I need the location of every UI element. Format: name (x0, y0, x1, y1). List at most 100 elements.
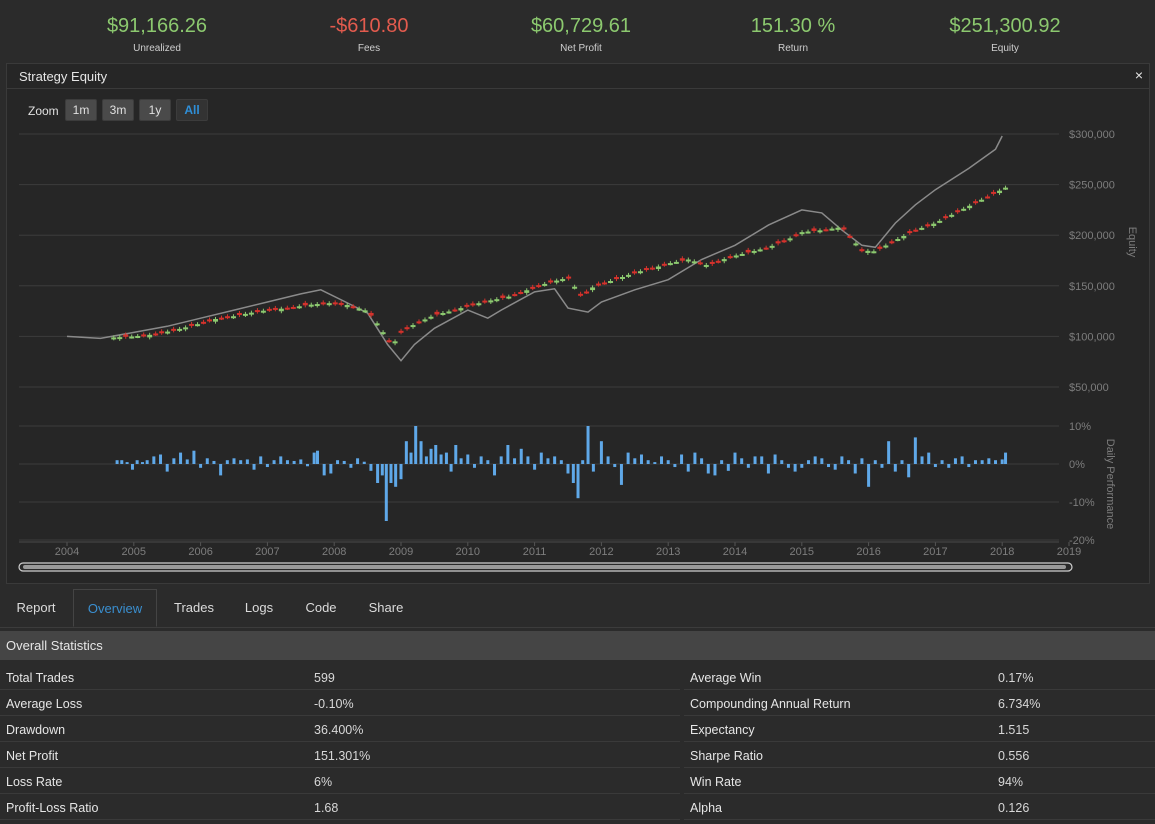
candle (129, 336, 135, 339)
performance-bar (130, 464, 134, 470)
candle (290, 306, 296, 309)
candle (619, 276, 625, 279)
performance-bar (140, 462, 144, 464)
candle (931, 223, 937, 227)
candle (973, 201, 979, 204)
candle (380, 332, 386, 335)
performance-bar (680, 454, 684, 464)
performance-bar (653, 462, 657, 464)
candle (614, 277, 620, 280)
performance-bar (559, 460, 563, 464)
navigator-handle (23, 565, 1066, 569)
performance-bar (245, 459, 249, 464)
candle (314, 304, 320, 307)
performance-bar (199, 464, 203, 468)
performance-bar (272, 460, 276, 464)
performance-bar (185, 459, 189, 464)
candle (374, 323, 380, 326)
performance-bar (419, 441, 423, 464)
tab-trades[interactable]: Trades (164, 589, 224, 627)
candle (554, 280, 560, 283)
performance-bar (135, 460, 139, 464)
performance-bar (125, 462, 129, 464)
candle (254, 310, 260, 313)
performance-bar (686, 464, 690, 472)
performance-bar (380, 464, 384, 476)
performance-bar (581, 460, 585, 464)
candle (937, 220, 943, 223)
candle (488, 300, 494, 303)
performance-bar (152, 456, 156, 464)
kpi-label: Net Profit (560, 43, 602, 54)
candle (871, 251, 877, 254)
performance-bar (660, 456, 664, 464)
tab-share[interactable]: Share (358, 589, 414, 627)
performance-bar (539, 452, 543, 464)
x-tick-label: 2009 (389, 546, 413, 558)
performance-bar (576, 464, 580, 499)
candle (470, 303, 476, 306)
x-tick-label: 2005 (122, 546, 146, 558)
kpi-value: -$610.80 (329, 15, 409, 37)
candle (763, 247, 769, 250)
performance-bar (913, 437, 917, 464)
candle (518, 291, 524, 294)
candle (685, 259, 691, 262)
performance-bar (279, 456, 283, 464)
stat-label: Alpha (690, 801, 722, 815)
performance-bar (120, 460, 124, 464)
candle (643, 268, 649, 271)
kpi-unrealized: $91,166.26 Unrealized (57, 14, 257, 54)
performance-bar (1004, 452, 1008, 464)
candle (524, 290, 530, 293)
performance-bar (205, 458, 209, 464)
kpi-fees: -$610.80 Fees (269, 14, 469, 54)
stat-value: 6.734% (998, 697, 1041, 711)
x-tick-label: 2006 (188, 546, 212, 558)
performance-bar (232, 458, 236, 464)
candle (829, 228, 835, 231)
performance-bar (265, 464, 269, 468)
performance-bar (827, 464, 831, 468)
performance-bar (165, 464, 169, 472)
candle (961, 208, 967, 211)
stat-value: 599 (314, 671, 335, 685)
tab-overview[interactable]: Overview (73, 589, 157, 627)
stat-label: Profit-Loss Ratio (6, 801, 99, 815)
kpi-label: Equity (991, 43, 1019, 54)
candle (434, 311, 440, 315)
candle (464, 304, 470, 307)
candle (296, 306, 302, 309)
x-tick-label: 2017 (923, 546, 947, 558)
candle (787, 238, 793, 241)
candle (171, 328, 177, 331)
performance-bar (967, 464, 971, 468)
candle (123, 334, 129, 337)
performance-bar (519, 448, 523, 464)
candle (596, 283, 602, 286)
performance-bar (773, 454, 777, 464)
candle (751, 250, 757, 253)
result-tabs: Report Overview Trades Logs Code Share (0, 589, 1155, 628)
candle (135, 336, 141, 339)
candle (236, 312, 242, 316)
candle (679, 258, 685, 261)
performance-bar (566, 464, 570, 474)
candle (284, 307, 290, 310)
tab-logs[interactable]: Logs (233, 589, 285, 627)
performance-bar (219, 464, 223, 476)
tab-report[interactable]: Report (6, 589, 66, 627)
performance-bar (449, 464, 453, 472)
candle (865, 250, 871, 253)
candle (733, 255, 739, 258)
candle (153, 333, 159, 336)
performance-bar (840, 456, 844, 464)
candle (560, 279, 566, 282)
performance-bar (444, 452, 448, 464)
candle (350, 306, 356, 309)
candle (165, 331, 171, 334)
tab-code[interactable]: Code (296, 589, 346, 627)
x-tick-label: 2013 (656, 546, 680, 558)
performance-bar (780, 460, 784, 464)
performance-bar (424, 456, 428, 464)
